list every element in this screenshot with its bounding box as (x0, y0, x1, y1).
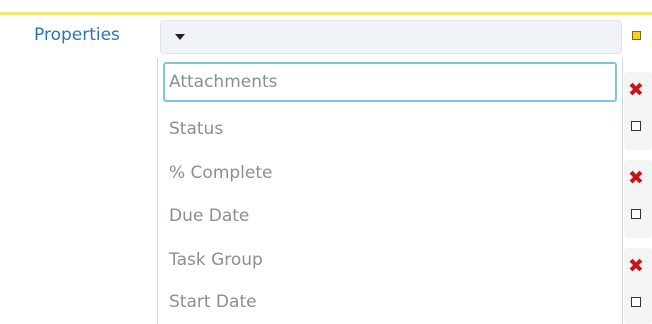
side-row-card: ✖ (624, 160, 652, 238)
top-divider (0, 12, 652, 15)
checkbox-icon[interactable] (631, 121, 641, 131)
caret-down-icon[interactable] (175, 34, 185, 40)
side-row-card: ✖ (624, 248, 652, 324)
properties-select[interactable] (160, 20, 622, 54)
delete-icon[interactable]: ✖ (627, 257, 645, 276)
required-marker-icon (632, 31, 641, 40)
option-due-date[interactable]: Due Date (163, 196, 617, 236)
properties-label: Properties (34, 25, 120, 45)
side-row-card: ✖ (624, 72, 652, 150)
option-status[interactable]: Status (163, 109, 617, 149)
option-attachments[interactable]: Attachments (163, 62, 617, 102)
page: Properties Attachments Status % Complete… (0, 0, 652, 324)
option-start-date[interactable]: Start Date (163, 282, 617, 322)
delete-icon[interactable]: ✖ (627, 169, 645, 188)
option-percent-complete[interactable]: % Complete (163, 153, 617, 193)
properties-dropdown-list[interactable]: Attachments Status % Complete Due Date T… (157, 58, 623, 324)
checkbox-icon[interactable] (631, 209, 641, 219)
checkbox-icon[interactable] (631, 297, 641, 307)
delete-icon[interactable]: ✖ (627, 81, 645, 100)
option-task-group[interactable]: Task Group (163, 240, 617, 280)
